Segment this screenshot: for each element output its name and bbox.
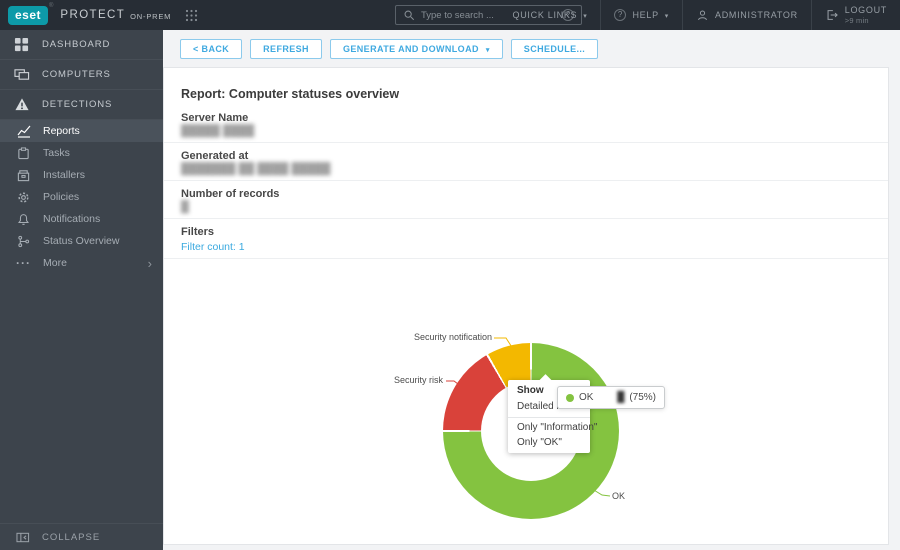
branch-icon — [16, 235, 31, 248]
quick-links-label: QUICK LINKS — [512, 10, 578, 20]
installers-icon — [16, 169, 31, 182]
computers-icon — [13, 67, 30, 82]
sidebar-item-dashboard[interactable]: DASHBOARD — [0, 30, 163, 60]
tasks-icon — [16, 146, 31, 160]
chevron-right-icon: › — [147, 255, 152, 271]
tooltip-swatch — [566, 393, 574, 402]
divider — [508, 416, 590, 418]
content-area: < BACK REFRESH GENERATE AND DOWNLOAD ▾ S… — [163, 30, 900, 550]
tooltip-count-redacted: █ — [617, 392, 625, 403]
user-label: ADMINISTRATOR — [715, 10, 798, 20]
sidebar-item-notifications[interactable]: Notifications — [0, 208, 163, 230]
help-label: HELP — [632, 10, 659, 20]
bell-icon — [16, 213, 31, 226]
more-dots-icon: ··· — [16, 256, 31, 270]
collapse-button[interactable]: COLLAPSE — [0, 523, 163, 550]
logout-text: LOGOUT >9 min — [845, 5, 887, 25]
gear-icon — [16, 191, 31, 204]
sidebar: DASHBOARD COMPUTERS DETECTIONS Reports T… — [0, 30, 163, 550]
dashboard-icon — [13, 37, 30, 52]
sidebar-item-detections[interactable]: DETECTIONS — [0, 90, 163, 120]
sidebar-item-label: Notifications — [43, 213, 101, 225]
chart-tooltip: OK █ (75%) — [557, 386, 665, 409]
help-circle-icon: ? — [614, 9, 627, 21]
sidebar-item-policies[interactable]: Policies — [0, 186, 163, 208]
sidebar-item-label: Policies — [43, 191, 80, 203]
apps-grid-icon[interactable] — [185, 9, 198, 22]
tooltip-percent: (75%) — [629, 392, 656, 403]
logout-button[interactable]: LOGOUT >9 min — [812, 0, 900, 30]
sidebar-item-label: Reports — [43, 125, 80, 137]
eset-logo[interactable]: eset — [8, 5, 48, 25]
quick-links-menu[interactable]: QUICK LINKS ▾ — [500, 0, 601, 30]
eset-logo-text: eset — [14, 8, 42, 22]
sidebar-item-label: Installers — [43, 169, 86, 181]
user-icon — [696, 9, 709, 22]
top-bar-menu: QUICK LINKS ▾ ? HELP ▾ ADMINISTRATOR LOG… — [500, 0, 900, 30]
sidebar-item-status-overview[interactable]: Status Overview — [0, 230, 163, 252]
sidebar-item-label: COMPUTERS — [42, 69, 111, 80]
help-menu[interactable]: ? HELP ▾ — [601, 0, 682, 30]
product-edition: ON-PREM — [130, 12, 172, 21]
top-bar: eset ® PROTECT ON-PREM ? QUICK LINKS ▾ ?… — [0, 0, 900, 30]
sidebar-item-reports[interactable]: Reports — [0, 120, 163, 142]
context-menu-item-only-ok[interactable]: Only "OK" — [508, 435, 590, 450]
reports-icon — [16, 124, 31, 138]
chart-layer: Security notification Security risk OK S… — [163, 30, 900, 550]
chart-label-security-risk: Security risk — [393, 375, 443, 385]
chevron-down-icon: ▾ — [664, 12, 669, 20]
search-icon — [403, 9, 415, 21]
warning-triangle-icon — [13, 97, 30, 112]
sidebar-item-label: Tasks — [43, 147, 70, 159]
collapse-icon — [16, 531, 30, 544]
product-name: PROTECT — [60, 9, 126, 21]
user-menu[interactable]: ADMINISTRATOR — [683, 0, 811, 30]
chevron-down-icon: ▾ — [583, 12, 588, 20]
sidebar-item-label: More — [43, 257, 67, 269]
registered-mark: ® — [49, 3, 54, 9]
sidebar-item-label: Status Overview — [43, 235, 120, 247]
context-menu-item-only-information[interactable]: Only "Information" — [508, 420, 597, 435]
tooltip-label: OK — [579, 392, 594, 403]
chart-label-ok: OK — [612, 491, 626, 501]
chart-callout-lines — [446, 337, 611, 497]
sidebar-item-installers[interactable]: Installers — [0, 164, 163, 186]
sidebar-item-label: DETECTIONS — [42, 99, 113, 110]
chart-label-security-notification: Security notification — [413, 332, 492, 342]
logout-timeout: >9 min — [844, 15, 869, 25]
logout-icon — [825, 8, 839, 22]
sidebar-item-more[interactable]: ··· More › — [0, 252, 163, 274]
logout-label: LOGOUT — [844, 5, 887, 16]
sidebar-item-computers[interactable]: COMPUTERS — [0, 60, 163, 90]
sidebar-item-tasks[interactable]: Tasks — [0, 142, 163, 164]
collapse-label: COLLAPSE — [42, 531, 101, 543]
sidebar-item-label: DASHBOARD — [42, 39, 111, 50]
